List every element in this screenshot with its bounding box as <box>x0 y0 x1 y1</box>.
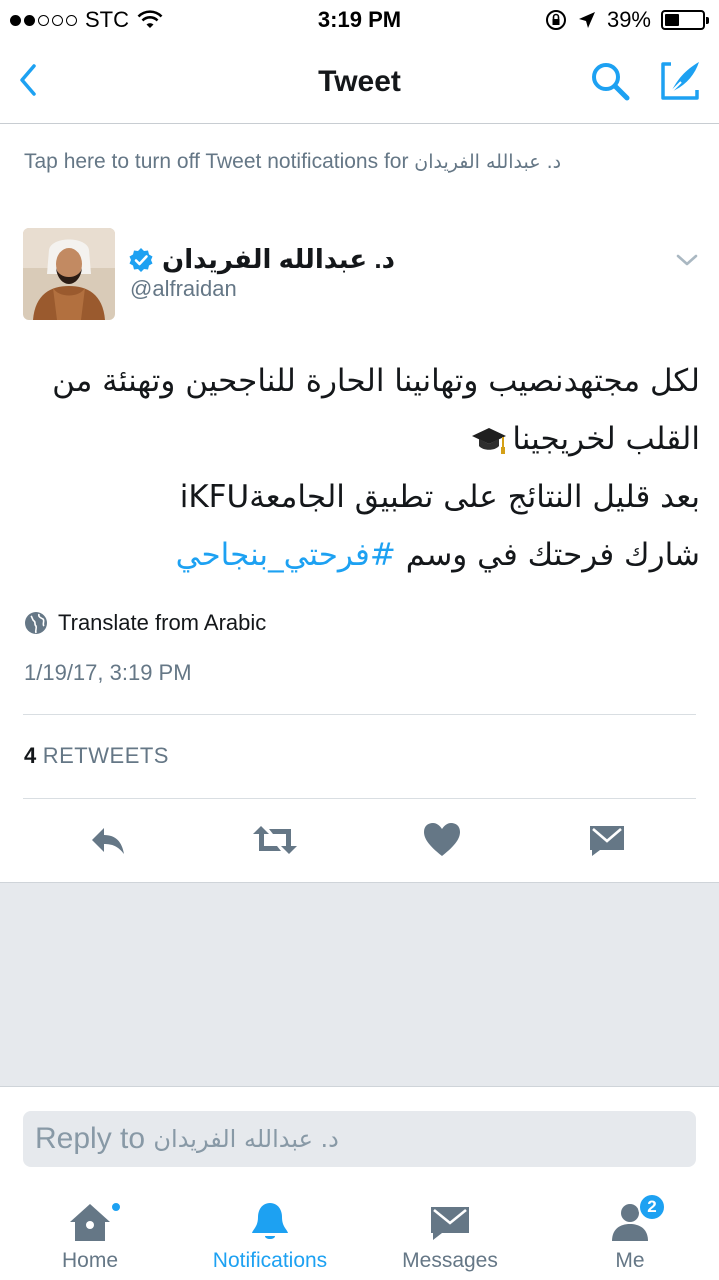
tweet-line: بعد قليل النتائج على تطبيق الجامعةiKFU <box>179 479 700 515</box>
battery-level <box>665 14 680 26</box>
tab-label: Messages <box>402 1249 498 1272</box>
translate-button[interactable]: Translate from Arabic <box>24 610 266 636</box>
tweet-line-with-emoji: القلب لخريجينا <box>20 410 700 468</box>
empty-replies-area <box>0 882 719 1087</box>
page-title: Tweet <box>318 64 401 98</box>
display-name-text: د. عبدالله الفريدان <box>162 244 395 274</box>
tweet-notifications-toggle[interactable]: Tap here to turn off Tweet notifications… <box>24 150 704 184</box>
notification-count-badge: 2 <box>638 1193 666 1221</box>
avatar[interactable] <box>23 228 115 320</box>
retweets-stat[interactable]: 4 RETWEETS <box>24 743 169 769</box>
display-name[interactable]: د. عبدالله الفريدان <box>128 244 395 275</box>
home-icon <box>70 1204 110 1241</box>
bell-icon <box>252 1203 288 1239</box>
notification-banner-text: Tap here to turn off Tweet notifications… <box>24 150 409 173</box>
tab-bar: Home Notifications Messages 2 Me <box>0 1187 719 1280</box>
tab-me[interactable]: 2 Me <box>540 1187 719 1280</box>
tweet-line-text: القلب لخريجينا <box>512 421 700 457</box>
tab-label: Me <box>615 1249 645 1272</box>
divider <box>23 714 696 715</box>
retweet-icon[interactable] <box>253 820 297 860</box>
retweet-label: RETWEETS <box>42 743 169 768</box>
reply-name: د. عبدالله الفريدان <box>153 1125 339 1153</box>
hashtag-link[interactable]: #فرحتي_بنجاحي <box>176 537 396 573</box>
navigation-bar: Tweet <box>0 40 719 124</box>
user-handle[interactable]: @alfraidan <box>130 276 237 302</box>
direct-message-icon[interactable] <box>588 820 626 860</box>
compose-tweet-icon[interactable] <box>657 58 703 104</box>
like-heart-icon[interactable] <box>422 820 462 860</box>
carrier-name: STC <box>85 7 129 32</box>
battery-icon <box>661 10 709 30</box>
tweet-detail-screen: STC 3:19 PM 39% Tweet Tap here to turn o… <box>0 0 719 1280</box>
new-content-dot <box>110 1201 122 1213</box>
globe-icon <box>25 612 47 634</box>
reply-prefix: Reply to <box>35 1122 146 1155</box>
tweet-text: لكل مجتهدنصيب وتهانينا الحارة للناجحين و… <box>20 352 700 584</box>
tweet-line-text: شارك فرحتك في وسم <box>405 537 700 573</box>
signal-strength-icon <box>10 14 77 26</box>
profile-photo <box>23 228 115 320</box>
divider <box>23 798 696 799</box>
tab-label: Notifications <box>212 1249 328 1272</box>
location-arrow-icon <box>578 12 595 28</box>
tab-notifications[interactable]: Notifications <box>180 1187 360 1280</box>
search-icon[interactable] <box>587 58 633 104</box>
envelope-icon <box>431 1207 469 1240</box>
tweet-line-with-hashtag: شارك فرحتك في وسم #فرحتي_بنجاحي <box>20 526 700 584</box>
chevron-down-icon[interactable] <box>674 250 700 270</box>
status-right: 39% <box>545 7 709 33</box>
tab-messages[interactable]: Messages <box>360 1187 540 1280</box>
verified-badge-icon <box>129 247 153 272</box>
retweet-count: 4 <box>24 743 37 768</box>
translate-label: Translate from Arabic <box>58 610 267 635</box>
graduation-cap-icon <box>472 427 507 454</box>
tweet-line: لكل مجتهدنصيب وتهانينا الحارة للناجحين و… <box>52 363 700 399</box>
rotation-lock-icon <box>545 10 566 30</box>
status-bar: STC 3:19 PM 39% <box>0 0 719 40</box>
tab-label: Home <box>61 1249 119 1272</box>
back-chevron-icon[interactable] <box>10 58 50 102</box>
wifi-icon <box>137 10 163 28</box>
tweet-timestamp: 1/19/17, 3:19 PM <box>24 660 192 685</box>
reply-input[interactable]: Reply to د. عبدالله الفريدان <box>23 1111 696 1167</box>
status-left: STC <box>10 7 163 33</box>
battery-percent: 39% <box>606 7 651 32</box>
tweet-actions <box>0 800 719 882</box>
tab-home[interactable]: Home <box>0 1187 180 1280</box>
notification-banner-name: د. عبدالله الفريدان <box>414 151 562 173</box>
reply-icon[interactable] <box>88 820 128 860</box>
